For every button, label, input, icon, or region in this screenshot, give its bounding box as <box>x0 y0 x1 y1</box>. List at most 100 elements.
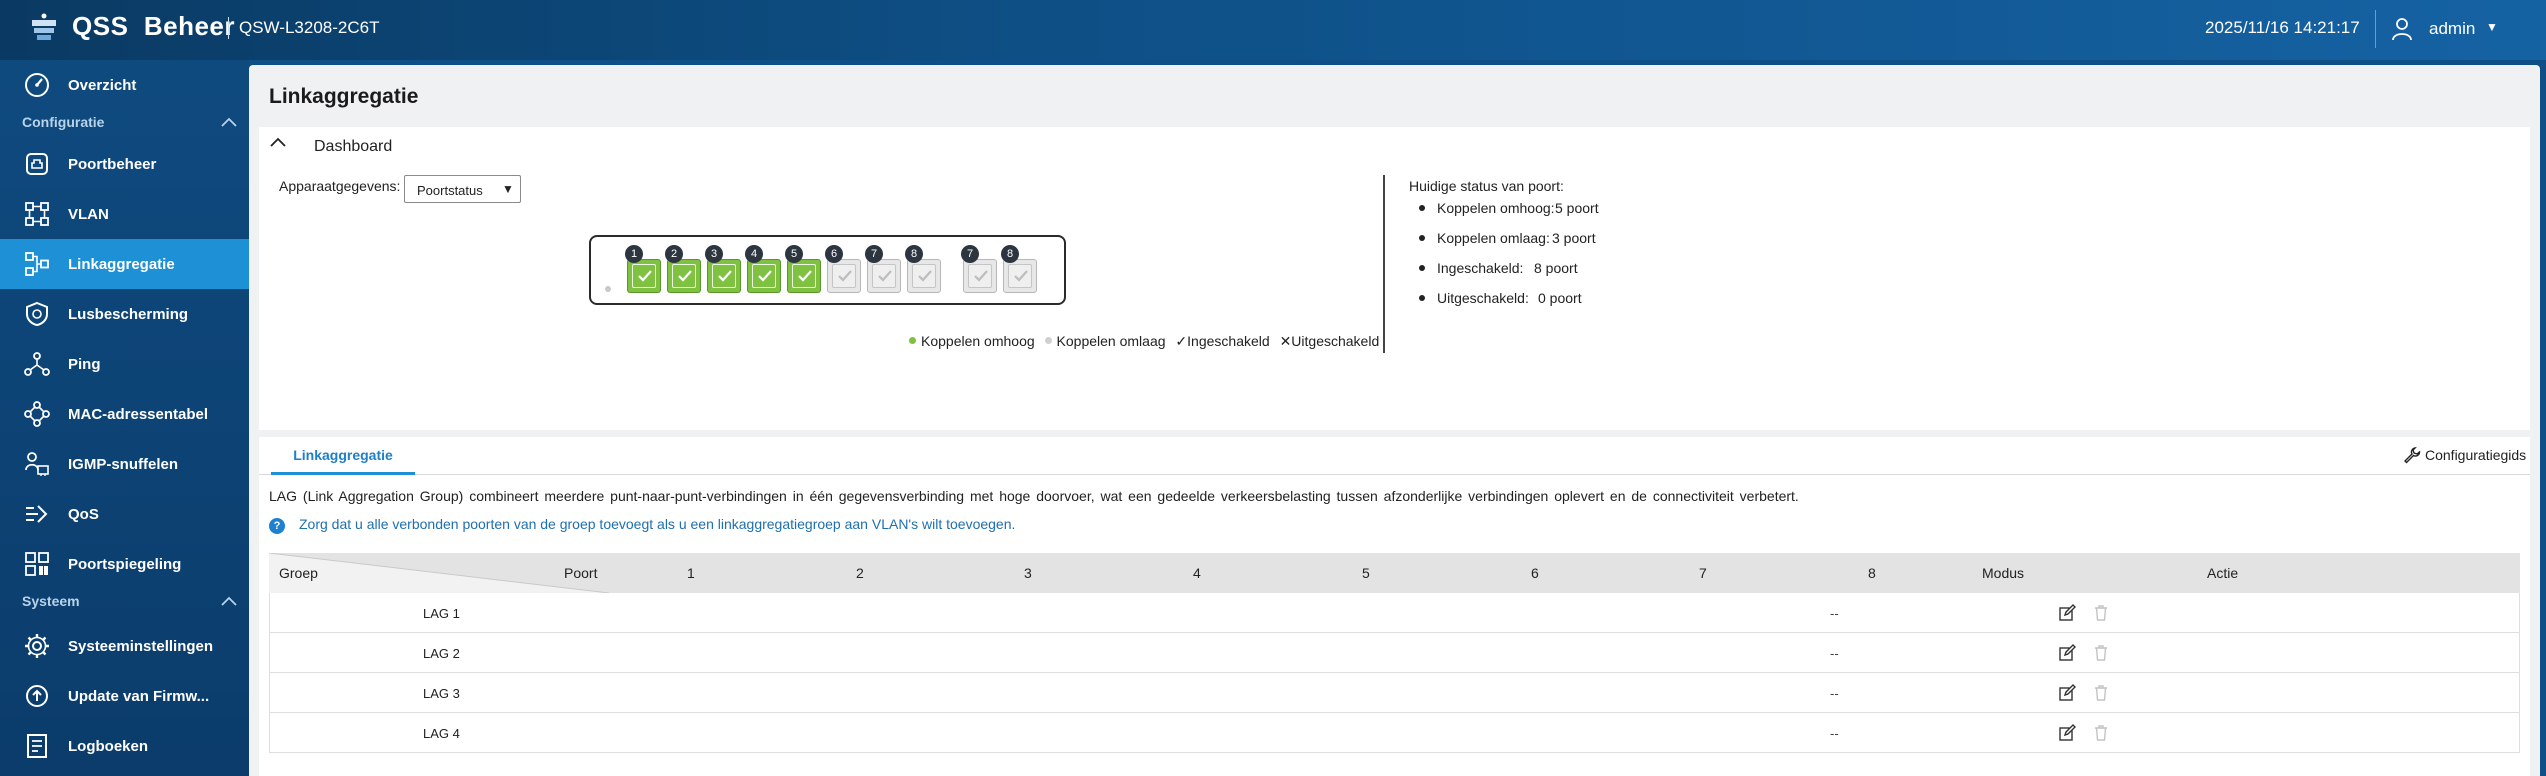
col-port-6: 6 <box>1531 565 1539 581</box>
config-guide-button[interactable]: Configuratiegids <box>2403 446 2526 464</box>
dashboard-divider <box>1383 175 1385 353</box>
section-configuration[interactable]: Configuratie <box>0 107 249 137</box>
sidebar-item-ping[interactable]: Ping <box>0 339 249 389</box>
switch-port[interactable] <box>667 259 701 293</box>
bullet <box>1419 205 1425 211</box>
delete-icon[interactable] <box>2093 684 2109 702</box>
switch-port[interactable] <box>787 259 821 293</box>
col-group: Groep <box>279 565 318 581</box>
check-icon <box>878 270 892 282</box>
delete-icon[interactable] <box>2093 644 2109 662</box>
link-down-dot-icon <box>1044 337 1052 344</box>
sidebar-item-system-settings[interactable]: Systeeminstellingen <box>0 621 249 671</box>
sidebar-item-igmp-snooping[interactable]: IGMP-snuffelen <box>0 439 249 489</box>
device-model: QSW-L3208-2C6T <box>239 18 380 37</box>
sidebar-item-label: Lusbescherming <box>68 305 189 323</box>
lag-mode: -- <box>1830 606 1839 621</box>
sidebar-item-label: MAC-adressentabel <box>68 405 209 423</box>
tab-link-aggregation[interactable]: Linkaggregatie <box>271 437 415 475</box>
section-system[interactable]: Systeem <box>0 586 249 616</box>
delete-icon[interactable] <box>2093 724 2109 742</box>
port-number-badge: 7 <box>961 245 979 263</box>
lag-note: ? Zorg dat u alle verbonden poorten van d… <box>269 516 1015 534</box>
lag-content: LAG (Link Aggregation Group) combineert … <box>259 475 2530 776</box>
sidebar-item-overview[interactable]: Overzicht <box>0 60 249 110</box>
user-menu[interactable]: admin <box>2429 19 2475 39</box>
system-datetime: 2025/11/16 14:21:17 <box>2205 18 2360 37</box>
check-icon <box>838 270 852 282</box>
sidebar: Overzicht Configuratie Poortbeheer VLAN … <box>0 60 249 776</box>
check-icon <box>798 270 812 282</box>
col-action: Actie <box>2207 565 2239 581</box>
brand-divider <box>228 17 229 39</box>
chevron-up-icon[interactable] <box>269 135 287 149</box>
bullet <box>1419 235 1425 241</box>
sidebar-item-firmware-update[interactable]: Update van Firmw... <box>0 671 249 721</box>
switch-port[interactable] <box>963 259 997 293</box>
edit-icon[interactable] <box>2058 644 2076 662</box>
switch-port[interactable] <box>1003 259 1037 293</box>
page-title: Linkaggregatie <box>269 85 419 108</box>
sidebar-item-vlan[interactable]: VLAN <box>0 189 249 239</box>
chevron-up-icon[interactable] <box>220 116 238 128</box>
info-icon: ? <box>269 518 285 534</box>
switch-port[interactable] <box>747 259 781 293</box>
chevron-up-icon[interactable] <box>220 595 238 607</box>
chevron-down-icon[interactable]: ▼ <box>2486 20 2498 34</box>
vlan-icon <box>22 199 52 229</box>
sidebar-item-label: Poortspiegeling <box>68 555 182 573</box>
header-diagonal <box>269 553 609 593</box>
port-number-badge: 3 <box>705 245 723 263</box>
user-icon[interactable] <box>2391 17 2413 41</box>
qos-icon <box>22 499 52 529</box>
check-icon <box>918 270 932 282</box>
check-icon <box>638 270 652 282</box>
header-divider <box>2375 10 2376 48</box>
edit-icon[interactable] <box>2058 604 2076 622</box>
edit-icon[interactable] <box>2058 724 2076 742</box>
edit-icon[interactable] <box>2058 684 2076 702</box>
cross-icon: ✕ <box>1279 333 1292 349</box>
sidebar-item-mac-table[interactable]: MAC-adressentabel <box>0 389 249 439</box>
sidebar-item-logs[interactable]: Logboeken <box>0 721 249 771</box>
brand-title: QSS Beheer <box>72 11 236 41</box>
sidebar-item-loop-protection[interactable]: Lusbescherming <box>0 289 249 339</box>
qss-logo-icon <box>32 13 56 40</box>
sidebar-item-port-management[interactable]: Poortbeheer <box>0 139 249 189</box>
tab-bar: Linkaggregatie Configuratiegids <box>259 437 2530 475</box>
lag-name: LAG 1 <box>423 606 460 621</box>
lag-mode: -- <box>1830 646 1839 661</box>
col-port-5: 5 <box>1362 565 1370 581</box>
dashboard-gauge-icon <box>22 70 52 100</box>
switch-port[interactable] <box>707 259 741 293</box>
port-number-badge: 2 <box>665 245 683 263</box>
port-number-badge: 7 <box>865 245 883 263</box>
legend-disabled: ✕Uitgeschakeld <box>1279 333 1380 349</box>
check-icon <box>718 270 732 282</box>
switch-port[interactable] <box>907 259 941 293</box>
switch-port[interactable] <box>867 259 901 293</box>
check-icon: ✓ <box>1175 333 1188 349</box>
sidebar-item-label: Logboeken <box>68 737 149 755</box>
device-info-select[interactable]: Poortstatus ▼ <box>404 175 521 203</box>
switch-port[interactable] <box>627 259 661 293</box>
col-port: Poort <box>564 565 598 581</box>
sidebar-item-port-mirroring[interactable]: Poortspiegeling <box>0 539 249 589</box>
port-number-badge: 4 <box>745 245 763 263</box>
switch-port[interactable] <box>827 259 861 293</box>
port-status-title: Huidige status van poort: <box>1409 178 1564 194</box>
gear-icon <box>22 631 52 661</box>
col-port-2: 2 <box>856 565 864 581</box>
table-row: LAG 2 -- <box>269 633 2520 673</box>
col-port-3: 3 <box>1024 565 1032 581</box>
sidebar-item-qos[interactable]: QoS <box>0 489 249 539</box>
table-row: LAG 1 -- <box>269 593 2520 633</box>
delete-icon[interactable] <box>2093 604 2109 622</box>
col-port-1: 1 <box>687 565 695 581</box>
check-icon <box>1014 270 1028 282</box>
check-icon <box>758 270 772 282</box>
sidebar-item-link-aggregation[interactable]: Linkaggregatie <box>0 239 249 289</box>
table-row: LAG 4 -- <box>269 713 2520 753</box>
dashboard-title[interactable]: Dashboard <box>314 138 392 156</box>
lag-name: LAG 2 <box>423 646 460 661</box>
